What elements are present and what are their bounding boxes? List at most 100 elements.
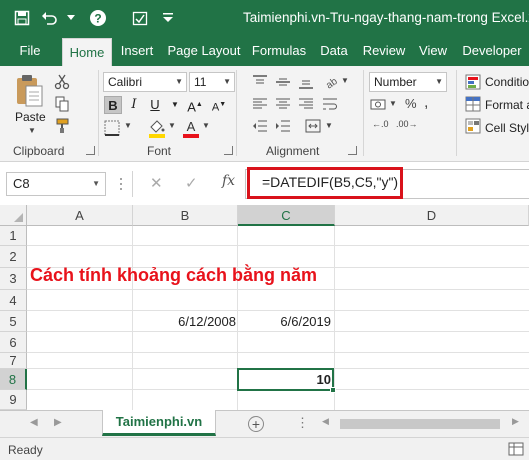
increase-indent-icon[interactable] <box>275 118 291 134</box>
font-color-icon[interactable]: A <box>182 118 200 138</box>
grid-line <box>27 352 529 353</box>
scrollbar-thumb[interactable] <box>340 419 500 429</box>
percent-icon[interactable]: % <box>405 96 417 111</box>
align-right-icon[interactable] <box>298 96 314 112</box>
column-header-c[interactable]: C <box>238 205 335 226</box>
insert-function-icon[interactable]: fx <box>222 173 235 189</box>
alignment-launcher-icon[interactable] <box>348 146 357 155</box>
borders-icon[interactable] <box>104 120 120 136</box>
decrease-decimal-icon[interactable]: .00→ <box>396 119 418 129</box>
font-name-select[interactable]: Calibri ▼ <box>103 72 187 92</box>
column-header-a[interactable]: A <box>27 205 133 226</box>
align-bottom-icon[interactable] <box>298 74 314 90</box>
align-center-icon[interactable] <box>275 96 291 112</box>
cell-c5[interactable]: 6/6/2019 <box>280 314 331 329</box>
tab-home[interactable]: Home <box>62 38 112 66</box>
clipboard-launcher-icon[interactable] <box>86 146 95 155</box>
cell-b5[interactable]: 6/12/2008 <box>178 314 236 329</box>
tab-page-layout[interactable]: Page Layout <box>166 36 242 66</box>
cut-icon[interactable] <box>54 74 70 90</box>
orientation-dropdown-icon[interactable]: ▼ <box>341 76 349 85</box>
paste-icon[interactable] <box>14 74 44 108</box>
merge-center-icon[interactable] <box>305 118 321 134</box>
next-sheet-icon[interactable]: ▶ <box>54 417 62 428</box>
copy-icon[interactable] <box>54 96 70 112</box>
fill-color-dropdown-icon[interactable]: ▼ <box>168 121 176 130</box>
row-header-5[interactable]: 5 <box>0 311 27 332</box>
underline-dropdown-icon[interactable]: ▼ <box>166 96 184 114</box>
cell-a3[interactable]: Cách tính khoảng cách bằng năm <box>30 265 317 286</box>
customize-toolbar-icon[interactable] <box>156 6 180 30</box>
wrap-text-icon[interactable] <box>322 96 338 112</box>
tab-developer[interactable]: Developer <box>458 36 526 66</box>
row-header-1[interactable]: 1 <box>0 226 27 246</box>
enter-icon[interactable]: ✓ <box>185 174 198 192</box>
fill-color-icon[interactable] <box>148 118 166 138</box>
cell-styles-button[interactable]: Cell Styl <box>485 121 529 135</box>
chevron-down-icon: ▼ <box>92 179 100 188</box>
increase-decimal-icon[interactable]: ←.0 <box>372 119 389 129</box>
name-box[interactable]: C8 ▼ <box>6 172 106 196</box>
column-header-d[interactable]: D <box>335 205 529 226</box>
borders-dropdown-icon[interactable]: ▼ <box>124 121 132 130</box>
scroll-right-icon[interactable]: ▶ <box>512 416 519 427</box>
tab-view[interactable]: View <box>416 36 450 66</box>
undo-dropdown-icon[interactable] <box>66 6 76 30</box>
row-header-3[interactable]: 3 <box>0 268 27 290</box>
align-left-icon[interactable] <box>252 96 268 112</box>
format-as-table-button[interactable]: Format a <box>485 98 529 112</box>
tab-insert[interactable]: Insert <box>116 36 158 66</box>
decrease-font-icon[interactable]: A▼ <box>210 96 228 114</box>
tab-data[interactable]: Data <box>316 36 352 66</box>
scroll-left-icon[interactable]: ◀ <box>322 416 329 427</box>
underline-button[interactable]: U <box>146 96 164 114</box>
tab-file[interactable]: File <box>10 36 50 66</box>
increase-font-icon[interactable]: A▲ <box>186 96 204 114</box>
worksheet-grid[interactable]: A B C D 1 2 3 4 5 6 7 8 9 Cách tính khoả… <box>0 205 529 410</box>
font-color-dropdown-icon[interactable]: ▼ <box>202 121 210 130</box>
conditional-formatting-button[interactable]: Conditio <box>485 75 529 89</box>
fill-handle[interactable] <box>330 387 336 393</box>
row-header-9[interactable]: 9 <box>0 390 27 410</box>
row-header-4[interactable]: 4 <box>0 290 27 311</box>
format-as-table-icon[interactable] <box>465 96 481 112</box>
comma-style-icon[interactable]: , <box>424 94 428 112</box>
row-header-6[interactable]: 6 <box>0 332 27 353</box>
orientation-icon[interactable]: ab <box>322 74 338 90</box>
row-header-2[interactable]: 2 <box>0 246 27 268</box>
font-launcher-icon[interactable] <box>224 146 233 155</box>
merge-dropdown-icon[interactable]: ▼ <box>325 121 333 130</box>
conditional-formatting-icon[interactable] <box>465 74 481 90</box>
resize-handle-icon[interactable] <box>119 176 123 192</box>
row-header-8[interactable]: 8 <box>0 369 27 390</box>
bold-button[interactable]: B <box>104 96 122 114</box>
previous-sheet-icon[interactable]: ◀ <box>30 417 38 428</box>
add-sheet-icon[interactable]: + <box>248 416 264 432</box>
number-format-select[interactable]: Number ▼ <box>369 72 447 92</box>
align-top-icon[interactable] <box>252 74 268 90</box>
paste-button-label[interactable]: Paste <box>15 110 46 124</box>
select-all-button[interactable] <box>0 205 27 226</box>
tab-formulas[interactable]: Formulas <box>250 36 308 66</box>
paste-dropdown-icon[interactable]: ▼ <box>28 126 36 135</box>
more-options-icon[interactable]: ⋮ <box>296 415 309 431</box>
currency-dropdown-icon[interactable]: ▼ <box>389 99 397 108</box>
column-header-b[interactable]: B <box>133 205 238 226</box>
cell-styles-icon[interactable] <box>465 118 481 134</box>
italic-button[interactable]: I <box>125 96 143 114</box>
cancel-icon[interactable]: ✕ <box>150 174 163 192</box>
row-header-7[interactable]: 7 <box>0 353 27 369</box>
align-middle-icon[interactable] <box>275 74 291 90</box>
save-icon[interactable] <box>10 6 34 30</box>
decrease-indent-icon[interactable] <box>252 118 268 134</box>
font-size-select[interactable]: 11 ▼ <box>189 72 235 92</box>
undo-icon[interactable] <box>38 6 62 30</box>
format-painter-icon[interactable] <box>54 118 70 134</box>
form-icon[interactable] <box>128 6 152 30</box>
sheet-tab-active[interactable]: Taimienphi.vn <box>102 410 216 436</box>
horizontal-scrollbar[interactable]: ◀ ▶ <box>318 415 529 433</box>
tab-review[interactable]: Review <box>360 36 408 66</box>
page-layout-icon[interactable] <box>508 442 524 456</box>
help-icon[interactable]: ? <box>86 6 110 30</box>
currency-icon[interactable] <box>370 96 386 112</box>
